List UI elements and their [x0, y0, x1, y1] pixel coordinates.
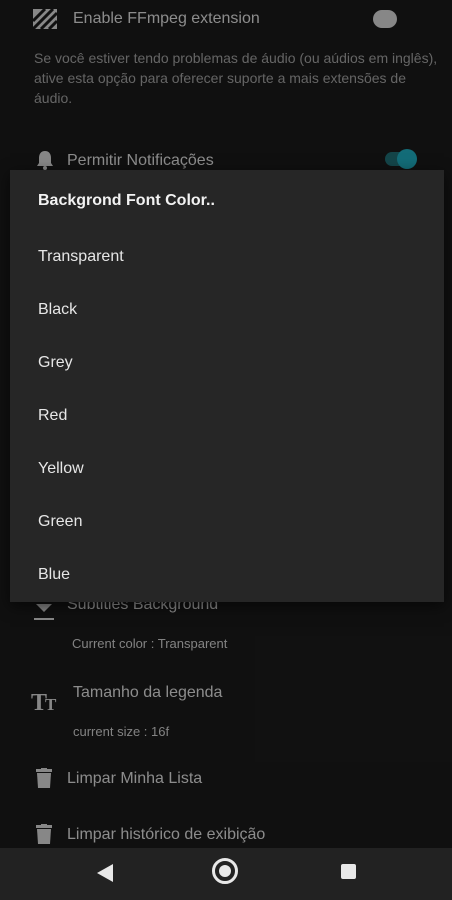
- option-green[interactable]: Green: [10, 497, 444, 550]
- setting-clear-history-title: Limpar histórico de exibição: [67, 826, 266, 843]
- option-label: Transparent: [38, 248, 124, 265]
- bell-icon: [37, 151, 53, 170]
- option-blue[interactable]: Blue: [10, 550, 444, 603]
- setting-clear-list[interactable]: Limpar Minha Lista: [0, 764, 452, 800]
- background-font-color-dialog: Backgrond Font Color.. Transparent Black…: [10, 170, 444, 602]
- option-label: Red: [38, 407, 68, 424]
- setting-subtitle-size[interactable]: TT Tamanho da legenda current size : 16f: [0, 678, 452, 748]
- setting-ffmpeg[interactable]: Enable FFmpeg extension Se você estiver …: [0, 0, 452, 115]
- option-label: Black: [38, 301, 78, 318]
- trash-icon: [36, 824, 52, 844]
- setting-ffmpeg-description: Se você estiver tendo problemas de áudio…: [34, 50, 438, 106]
- option-black[interactable]: Black: [10, 285, 444, 338]
- recents-icon[interactable]: [341, 864, 356, 879]
- option-grey[interactable]: Grey: [10, 338, 444, 391]
- ffmpeg-icon: [33, 9, 57, 29]
- setting-ffmpeg-title: Enable FFmpeg extension: [73, 10, 260, 27]
- setting-clear-list-title: Limpar Minha Lista: [67, 770, 203, 787]
- back-icon[interactable]: [97, 864, 113, 882]
- notifications-toggle-knob[interactable]: [397, 149, 417, 169]
- home-icon-dot: [219, 865, 231, 877]
- setting-subtitle-size-subtitle: current size : 16f: [73, 724, 170, 739]
- system-navigation-bar: [0, 848, 452, 900]
- dialog-title: Backgrond Font Color..: [38, 192, 215, 209]
- option-label: Green: [38, 513, 83, 530]
- option-transparent[interactable]: Transparent: [10, 232, 444, 285]
- setting-subtitle-size-title: Tamanho da legenda: [73, 684, 223, 701]
- trash-icon: [36, 768, 52, 788]
- option-label: Grey: [38, 354, 73, 371]
- option-yellow[interactable]: Yellow: [10, 444, 444, 497]
- option-label: Blue: [38, 566, 71, 583]
- option-red[interactable]: Red: [10, 391, 444, 444]
- setting-subtitles-background-subtitle: Current color : Transparent: [72, 636, 228, 651]
- text-size-icon: TT: [31, 690, 56, 716]
- ffmpeg-toggle[interactable]: [373, 10, 397, 28]
- setting-notifications-title: Permitir Notificações: [67, 152, 214, 169]
- option-label: Yellow: [38, 460, 84, 477]
- setting-clear-history[interactable]: Limpar histórico de exibição: [0, 820, 452, 848]
